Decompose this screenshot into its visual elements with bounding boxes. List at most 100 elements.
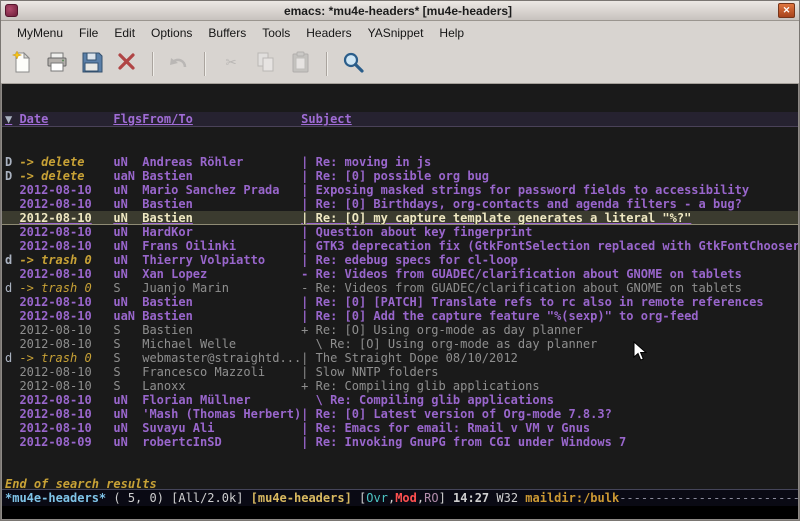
message-row[interactable]: 2012-08-10uNSuvayu Ali| Re: Emacs for em… [2,421,798,435]
message-mark [5,197,19,211]
menu-edit[interactable]: Edit [106,24,143,42]
modeline-segment: ] [439,491,453,505]
message-date: 2012-08-10 [19,309,113,323]
modeline-segment: 14:27 [453,491,496,505]
modeline-segment: *mu4e-headers* [5,491,106,505]
message-mark: d [5,281,19,295]
message-row[interactable]: 2012-08-10SMichael Welle \ Re: [O] Using… [2,337,798,351]
cut-icon: ✂ [219,50,243,78]
menu-buffers[interactable]: Buffers [200,24,254,42]
message-row[interactable]: 2012-08-10uaNBastien| Re: [0] Add the ca… [2,309,798,323]
message-from: Bastien [142,211,301,224]
message-flags: uN [113,155,142,169]
message-date: 2012-08-10 [19,323,113,337]
message-row[interactable]: 2012-08-10SLanoxx+ Re: Compiling glib ap… [2,379,798,393]
message-date: 2012-08-10 [19,393,113,407]
message-row[interactable]: 2012-08-10uNFlorian Müllner \ Re: Compil… [2,393,798,407]
message-flags: S [113,351,142,365]
message-flags: uN [113,393,142,407]
message-flags: uN [113,295,142,309]
menubar: MyMenuFileEditOptionsBuffersToolsHeaders… [1,21,799,44]
message-mark [5,239,19,253]
message-mark: D [5,169,19,183]
message-row[interactable]: 2012-08-09uNrobertcInSD| Re: Invoking Gn… [2,435,798,449]
message-flags: uN [113,211,142,224]
message-mark [5,183,19,197]
modeline-segment: W32 [496,491,525,505]
message-row[interactable]: 2012-08-10uNFrans Oilinki| GTK3 deprecat… [2,239,798,253]
message-date: 2012-08-10 [19,239,113,253]
modeline-segment: Mod [395,491,417,505]
save-button[interactable] [77,49,107,79]
message-mark [5,365,19,379]
message-row[interactable]: 2012-08-10uNBastien| Re: [O] my capture … [2,211,798,225]
message-flags: uaN [113,169,142,183]
message-flags: S [113,323,142,337]
message-row[interactable]: D-> deleteuNAndreas Röhler| Re: moving i… [2,155,798,169]
menu-help[interactable]: Help [431,24,472,42]
search-button[interactable] [338,49,368,79]
window-close-button[interactable]: ✕ [778,3,795,18]
modeline-segment: [ [359,491,366,505]
print-button[interactable] [42,49,72,79]
message-from: HardKor [142,225,301,239]
menu-options[interactable]: Options [143,24,200,42]
message-row[interactable]: d-> trash 0uNThierry Volpiatto| Re: edeb… [2,253,798,267]
message-row[interactable]: 2012-08-10SFrancesco Mazzoli| Slow NNTP … [2,365,798,379]
message-mark [5,295,19,309]
message-flags: uN [113,421,142,435]
message-subject: | Exposing masked strings for password f… [301,183,798,197]
message-flags: S [113,281,142,295]
toolbar-separator [326,52,328,76]
modeline-segment: ( 5, 0) [All/2.0k] [106,491,251,505]
new-file-icon [10,50,34,78]
message-flags: uN [113,183,142,197]
message-date: -> trash 0 [19,351,113,365]
modeline-segment: Ovr [366,491,388,505]
titlebar[interactable]: emacs: *mu4e-headers* [mu4e-headers] ✕ [1,1,799,21]
column-header-subject[interactable]: Subject [301,112,798,126]
message-row[interactable]: 2012-08-10uNXan Lopez- Re: Videos from G… [2,267,798,281]
message-date: -> trash 0 [19,281,113,295]
paste-button [286,49,316,79]
window-icon [5,4,18,17]
column-header-date[interactable]: Date [19,112,113,126]
message-subject: + Re: Compiling glib applications [301,379,798,393]
menu-file[interactable]: File [71,24,106,42]
message-date: -> trash 0 [19,253,113,267]
message-row[interactable]: d-> trash 0Swebmaster@straightd...| The … [2,351,798,365]
sort-indicator[interactable]: ▼ [5,112,19,126]
menu-yasnippet[interactable]: YASnippet [360,24,432,42]
message-row[interactable]: 2012-08-10uNBastien| Re: [0] [PATCH] Tra… [2,295,798,309]
echo-area[interactable] [2,506,798,519]
menu-mymenu[interactable]: MyMenu [9,24,71,42]
message-date: 2012-08-10 [19,295,113,309]
message-row[interactable]: 2012-08-10uN'Mash (Thomas Herbert)| Re: … [2,407,798,421]
new-file-button[interactable] [7,49,37,79]
cut-button: ✂ [216,49,246,79]
message-row[interactable]: d-> trash 0SJuanjo Marin- Re: Videos fro… [2,281,798,295]
message-mark [5,225,19,239]
message-from: Lanoxx [142,379,301,393]
message-date: 2012-08-10 [19,379,113,393]
message-row[interactable]: 2012-08-10uNHardKor| Question about key … [2,225,798,239]
message-row[interactable]: D-> deleteuaNBastien| Re: [0] possible o… [2,169,798,183]
message-row[interactable]: 2012-08-10uNBastien| Re: [0] Birthdays, … [2,197,798,211]
svg-text:✂: ✂ [226,52,237,73]
message-mark: d [5,351,19,365]
column-header-flags[interactable]: Flgs [113,112,142,126]
message-mark [5,267,19,281]
undo-icon [167,50,191,78]
message-row[interactable]: 2012-08-10SBastien+ Re: [O] Using org-mo… [2,323,798,337]
close-buffer-button[interactable] [112,49,142,79]
menu-tools[interactable]: Tools [254,24,298,42]
message-subject: | The Straight Dope 08/10/2012 [301,351,798,365]
message-subject: - Re: Videos from GUADEC/clarification a… [301,267,798,281]
modeline[interactable]: *mu4e-headers* ( 5, 0) [All/2.0k] [mu4e-… [2,489,798,506]
menu-headers[interactable]: Headers [298,24,359,42]
modeline-segment: [mu4e-headers] [251,491,359,505]
message-subject: | Re: Invoking GnuPG from CGI under Wind… [301,435,798,449]
message-row[interactable]: 2012-08-10uNMario Sanchez Prada| Exposin… [2,183,798,197]
message-subject: | Re: [0] Add the capture feature "%(sex… [301,309,798,323]
column-header-from[interactable]: From/To [142,112,301,126]
